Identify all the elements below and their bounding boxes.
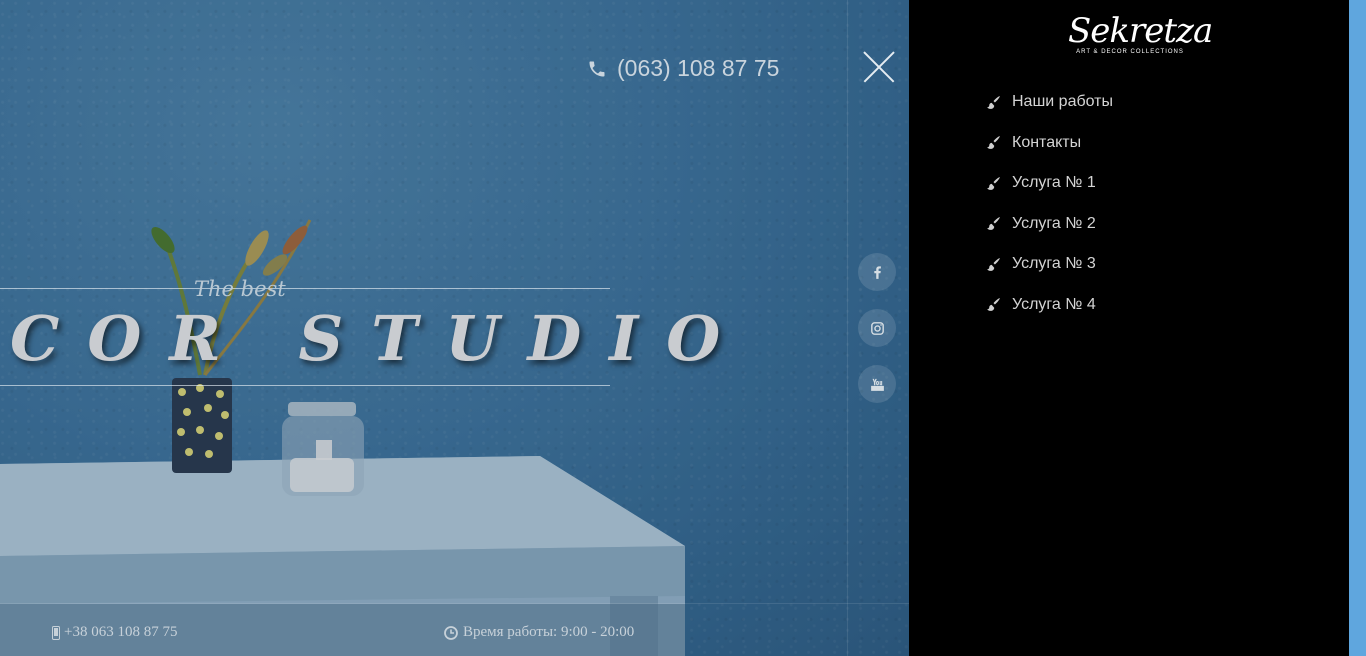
brush-icon	[987, 257, 1000, 271]
menu-item-service-1[interactable]: Услуга № 1	[985, 163, 1113, 204]
title-rule-top	[0, 288, 610, 289]
menu-item-label: Услуга № 3	[1012, 255, 1096, 273]
menu-item-label: Услуга № 2	[1012, 214, 1096, 232]
menu-item-label: Контакты	[1012, 133, 1082, 151]
hero-section: (063) 108 87 75 The best COR STUDIO +38 …	[0, 0, 909, 656]
title-rule-bottom	[0, 385, 610, 386]
header-phone-number: (063) 108 87 75	[617, 55, 780, 81]
brand-logo[interactable]: Sekretza ART & DECOR COLLECTIONS	[1068, 11, 1213, 55]
youtube-button[interactable]	[858, 365, 896, 403]
logo-subtitle: ART & DECOR COLLECTIONS	[1076, 49, 1184, 55]
brush-icon	[987, 95, 1000, 109]
close-menu-button[interactable]	[862, 50, 896, 84]
brush-icon	[987, 176, 1000, 190]
brush-icon	[987, 217, 1000, 231]
side-menu-panel	[909, 0, 1349, 656]
menu-item-label: Услуга № 1	[1012, 174, 1096, 192]
menu-item-service-4[interactable]: Услуга № 4	[985, 285, 1113, 326]
menu-item-service-3[interactable]: Услуга № 3	[985, 244, 1113, 285]
facebook-icon	[873, 265, 881, 279]
side-menu: Наши работы Контакты Услуга № 1 Услуга №…	[985, 82, 1113, 325]
brush-icon	[987, 136, 1000, 150]
youtube-icon	[870, 378, 884, 391]
instagram-button[interactable]	[858, 309, 896, 347]
clock-icon	[444, 625, 458, 640]
logo-name: Sekretza	[1068, 11, 1213, 51]
header-phone[interactable]: (063) 108 87 75	[587, 55, 779, 82]
menu-item-label: Наши работы	[1012, 93, 1114, 111]
footer-phone-number: +38 063 108 87 75	[64, 624, 178, 640]
menu-item-label: Услуга № 4	[1012, 295, 1096, 313]
menu-item-our-works[interactable]: Наши работы	[985, 82, 1113, 123]
facebook-button[interactable]	[858, 253, 896, 291]
working-hours-text: Время работы: 9:00 - 20:00	[463, 624, 635, 640]
hero-tagline: The best	[194, 277, 286, 301]
hero-title: COR STUDIO	[10, 302, 749, 375]
divider-line	[847, 0, 848, 656]
footer-bar: +38 063 108 87 75 Время работы: 9:00 - 2…	[0, 603, 909, 656]
accent-strip	[1349, 0, 1366, 656]
footer-hours: Время работы: 9:00 - 20:00	[444, 624, 634, 641]
footer-phone[interactable]: +38 063 108 87 75	[52, 624, 177, 641]
brush-icon	[987, 298, 1000, 312]
phone-icon	[589, 61, 605, 76]
menu-item-contacts[interactable]: Контакты	[985, 123, 1113, 164]
mobile-phone-icon	[52, 625, 60, 640]
menu-item-service-2[interactable]: Услуга № 2	[985, 204, 1113, 245]
instagram-icon	[870, 321, 884, 335]
